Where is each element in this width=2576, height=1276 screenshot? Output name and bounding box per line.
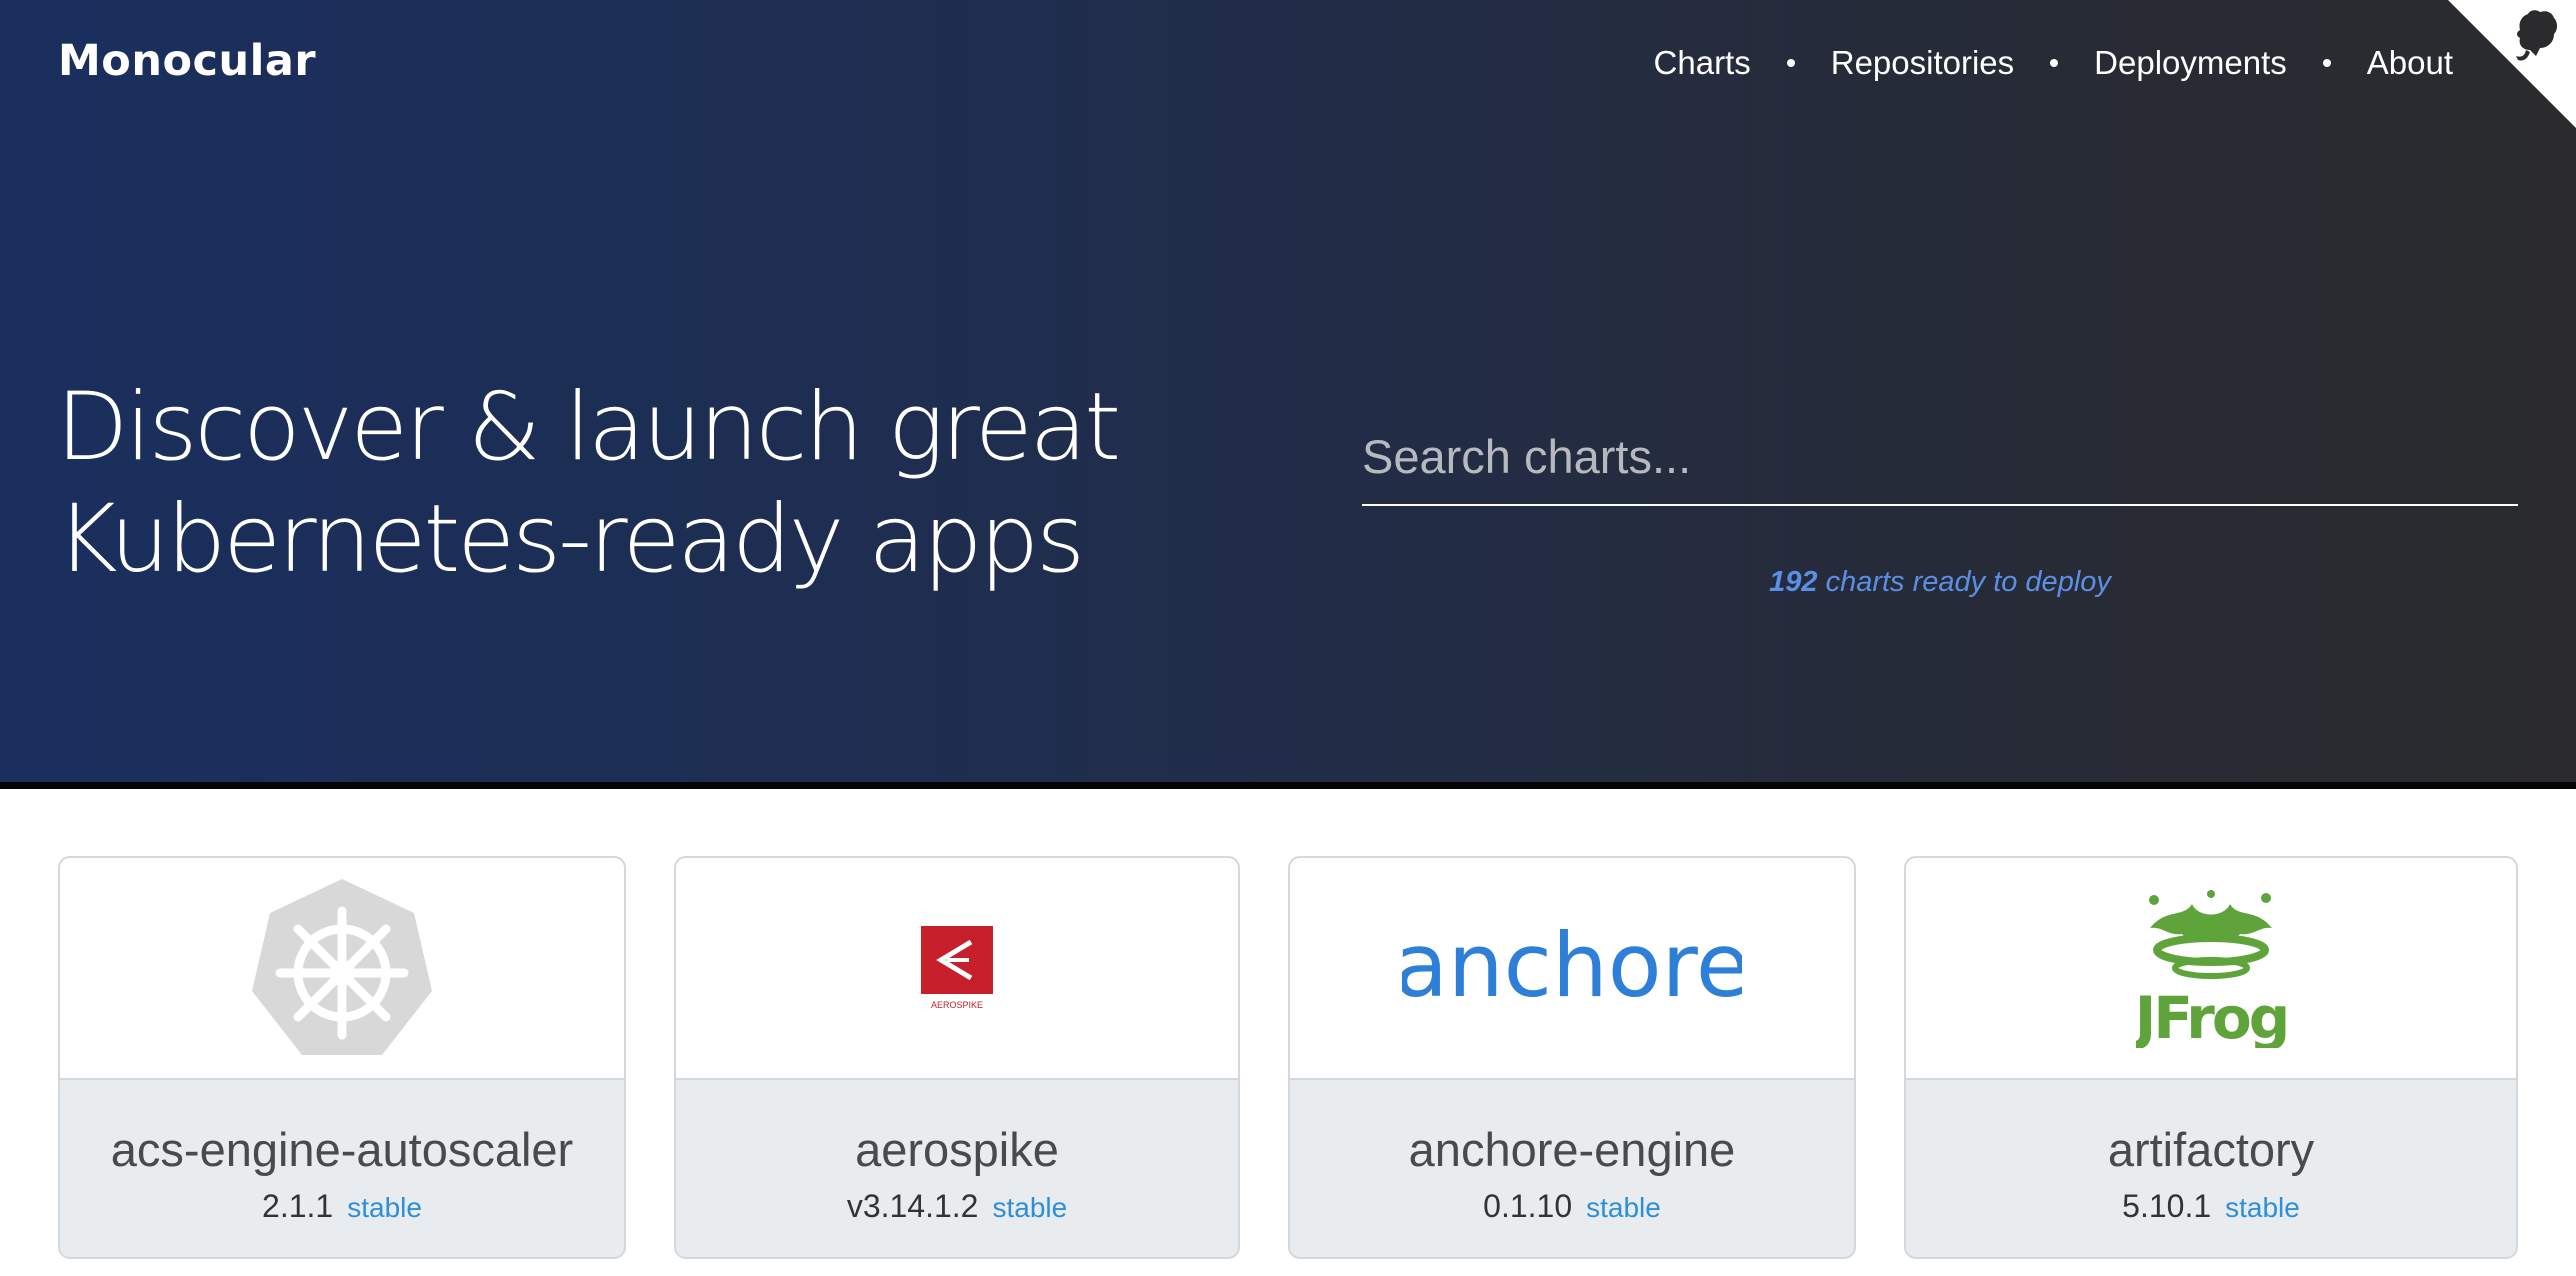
- nav-separator: [1786, 59, 1795, 67]
- page: Monocular Charts Repositories Deployment…: [0, 0, 2576, 1276]
- hero-section: Monocular Charts Repositories Deployment…: [0, 0, 2576, 789]
- aerospike-logo-icon: AEROSPIKE: [921, 926, 993, 1010]
- chart-repo-link[interactable]: stable: [2225, 1192, 2300, 1223]
- main-nav: Charts Repositories Deployments About: [1654, 44, 2453, 82]
- chart-meta: 0.1.10 stable: [1290, 1188, 1854, 1225]
- charts-count: 192 charts ready to deploy: [1362, 566, 2518, 599]
- chart-version: 2.1.1: [262, 1188, 334, 1224]
- chart-name: acs-engine-autoscaler: [110, 1123, 574, 1176]
- chart-logo: [60, 858, 624, 1080]
- kubernetes-helm-icon: [252, 879, 432, 1055]
- anchore-logo-text: anchore: [1402, 918, 1742, 1017]
- chart-card[interactable]: AEROSPIKE aerospike v3.14.1.2 stable: [674, 856, 1240, 1259]
- search-box: [1362, 408, 2518, 506]
- brand-logo[interactable]: Monocular: [58, 36, 316, 86]
- aerospike-logo-text: AEROSPIKE: [931, 1000, 983, 1010]
- nav-separator: [2050, 59, 2059, 67]
- chart-version: 5.10.1: [2122, 1188, 2212, 1224]
- anchore-logo-icon: anchore: [1402, 918, 1742, 1017]
- headline-line-1: Discover & launch great: [56, 373, 1121, 482]
- chart-meta: 5.10.1 stable: [1906, 1188, 2516, 1225]
- nav-charts[interactable]: Charts: [1654, 44, 1751, 82]
- jfrog-logo-icon: JFrog: [2136, 890, 2286, 1048]
- chart-repo-link[interactable]: stable: [347, 1192, 422, 1223]
- nav-separator: [2322, 59, 2331, 67]
- charts-count-number: 192: [1769, 566, 1818, 598]
- chart-logo: anchore: [1290, 858, 1854, 1080]
- chart-logo: JFrog: [1906, 858, 2516, 1080]
- chart-repo-link[interactable]: stable: [1586, 1192, 1661, 1223]
- charts-count-text: charts ready to deploy: [1825, 566, 2111, 598]
- github-corner-icon[interactable]: [2448, 0, 2576, 128]
- chart-meta: 2.1.1 stable: [60, 1188, 624, 1225]
- search-input[interactable]: [1362, 408, 2518, 504]
- chart-card[interactable]: acs-engine-autoscaler 2.1.1 stable: [58, 856, 626, 1259]
- nav-deployments[interactable]: Deployments: [2094, 44, 2287, 82]
- chart-version: 0.1.10: [1483, 1188, 1573, 1224]
- nav-repositories[interactable]: Repositories: [1831, 44, 2014, 82]
- chart-repo-link[interactable]: stable: [992, 1192, 1067, 1223]
- chart-name: artifactory: [2107, 1123, 2315, 1176]
- chart-version: v3.14.1.2: [846, 1188, 979, 1224]
- headline-line-2: Kubernetes-ready apps: [56, 485, 1085, 594]
- chart-name: aerospike: [855, 1123, 1059, 1176]
- chart-meta: v3.14.1.2 stable: [676, 1188, 1238, 1225]
- chart-card[interactable]: anchore anchore-engine 0.1.10 stable: [1288, 856, 1856, 1259]
- chart-name: anchore-engine: [1408, 1123, 1736, 1176]
- hero-headline: Discover & launch great Kubernetes-ready…: [56, 372, 1121, 596]
- jfrog-logo-text: JFrog: [2136, 984, 2286, 1048]
- nav-about[interactable]: About: [2367, 44, 2453, 82]
- chart-card[interactable]: JFrog artifactory 5.10.1 stable: [1904, 856, 2518, 1259]
- chart-logo: AEROSPIKE: [676, 858, 1238, 1080]
